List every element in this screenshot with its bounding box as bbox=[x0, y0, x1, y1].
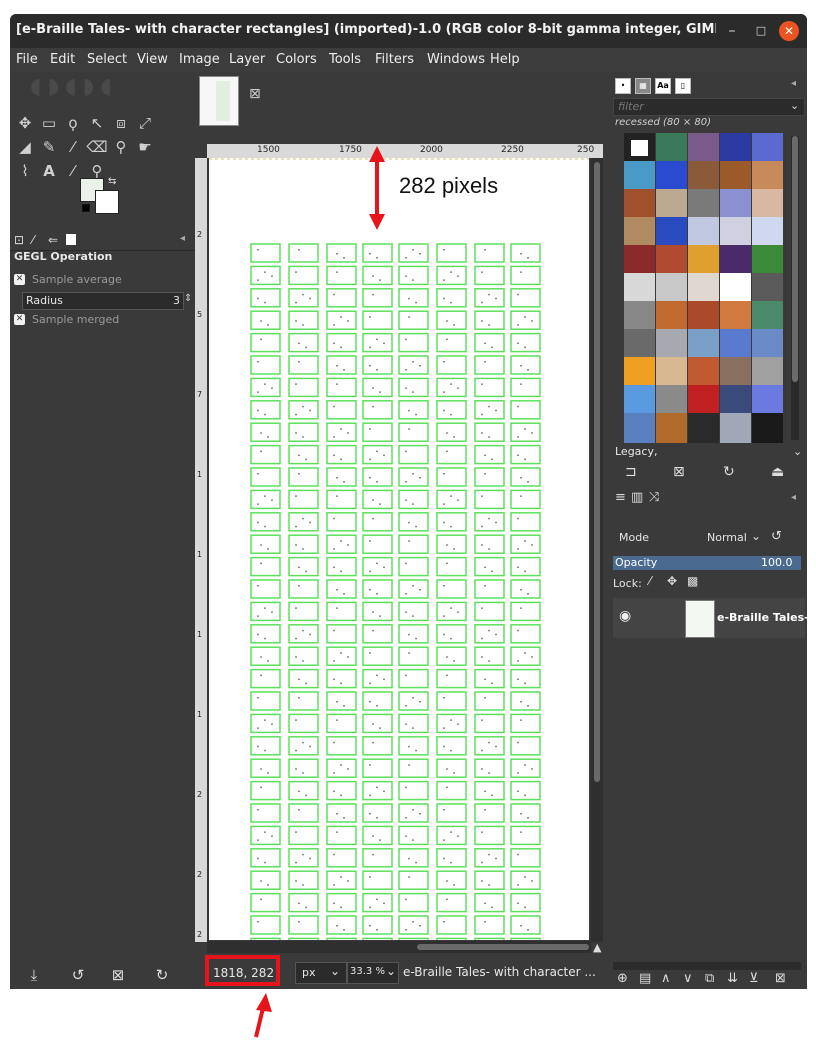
pointer-arrowhead-icon bbox=[256, 993, 272, 1012]
coordinates-highlight-box bbox=[205, 955, 280, 986]
down-arrowhead-icon bbox=[369, 214, 385, 230]
annotation-overlay bbox=[254, 146, 385, 1038]
up-arrowhead-icon bbox=[369, 146, 385, 162]
annotation-label: 282 pixels bbox=[399, 173, 499, 198]
